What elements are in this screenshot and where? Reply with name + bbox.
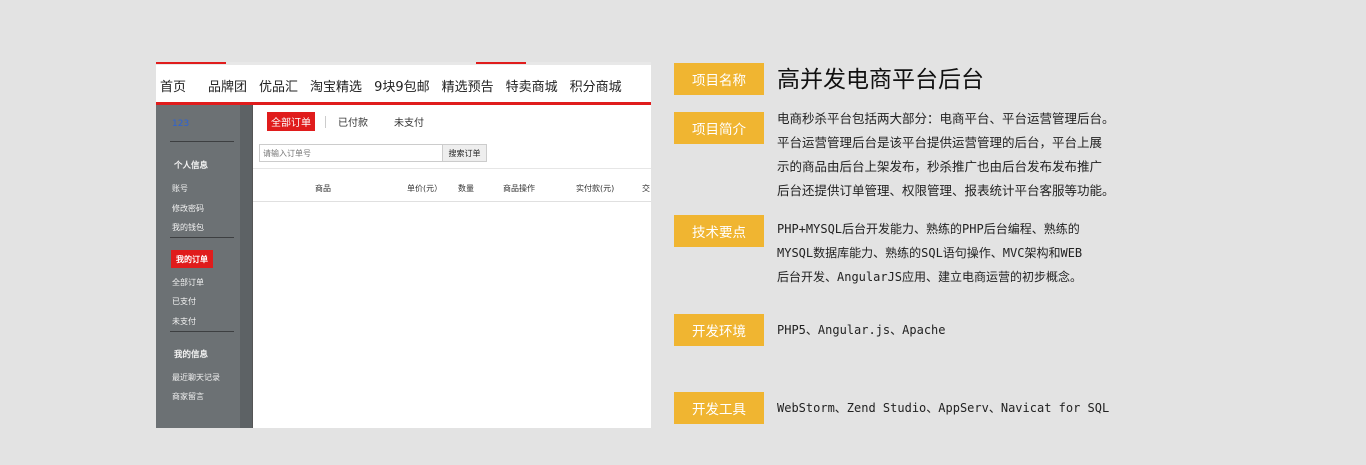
intro-line: 电商秒杀平台包括两大部分：电商平台、平台运营管理后台。	[777, 111, 1115, 126]
sidebar-item-unpaid[interactable]: 未支付	[172, 316, 196, 327]
sidebar-user[interactable]: 123	[172, 119, 189, 129]
tech-line: MYSQL数据库能力、熟练的SQL语句操作、MVC架构和WEB	[777, 246, 1083, 260]
order-tabs: 全部订单 已付款 未支付	[267, 112, 446, 131]
tech-line: 后台开发、AngularJS应用、建立电商运营的初步概念。	[777, 270, 1083, 284]
intro-line: 后台还提供订单管理、权限管理、报表统计平台客服等功能。	[777, 183, 1115, 198]
sidebar-divider	[170, 331, 234, 332]
sidebar-edge	[240, 105, 252, 428]
order-search: 搜索订单	[259, 144, 487, 162]
dev-env: PHP5、Angular.js、Apache	[777, 323, 946, 337]
tab-unpaid[interactable]: 未支付	[390, 112, 428, 131]
sidebar-item-change-password[interactable]: 修改密码	[172, 203, 204, 214]
sidebar-divider	[170, 141, 234, 142]
divider	[253, 168, 651, 169]
sidebar: 123 个人信息 账号 修改密码 我的钱包 我的订单 全部订单 已支付 未支付 …	[156, 105, 253, 428]
col-paid-amount: 实付款(元)	[576, 184, 615, 193]
nav-brand-group[interactable]: 品牌团	[208, 76, 247, 95]
orders-table-header: 商品 单价(元） 数量 商品操作 实付款(元) 交	[253, 181, 651, 201]
sidebar-item-chat-history[interactable]: 最近聊天记录	[172, 372, 220, 383]
search-order-button[interactable]: 搜索订单	[443, 144, 487, 162]
col-product-actions: 商品操作	[503, 184, 535, 193]
nav-youpin[interactable]: 优品汇	[259, 76, 298, 95]
sidebar-item-paid[interactable]: 已支付	[172, 296, 196, 307]
dev-tools: WebStorm、Zend Studio、AppServ、Navicat for…	[777, 401, 1110, 415]
sidebar-item-merchant-message[interactable]: 商家留言	[172, 391, 204, 402]
project-name-tag: 项目名称	[674, 63, 764, 95]
sidebar-item-wallet[interactable]: 我的钱包	[172, 222, 204, 233]
orders-content: 全部订单 已付款 未支付 搜索订单 商品 单价(元） 数量 商品操作 实付款(元…	[253, 105, 651, 428]
sidebar-item-all-orders[interactable]: 全部订单	[172, 277, 204, 288]
sidebar-item-my-orders[interactable]: 我的订单	[171, 250, 213, 268]
tab-all-orders[interactable]: 全部订单	[267, 112, 315, 131]
nav-home[interactable]: 首页	[160, 76, 186, 95]
top-nav: 首页 品牌团 优品汇 淘宝精选 9块9包邮 精选预告 特卖商城 积分商城	[156, 66, 651, 104]
col-product: 商品	[315, 184, 331, 193]
tech-line: PHP+MYSQL后台开发能力、熟练的PHP后台编程、熟练的	[777, 222, 1080, 236]
sidebar-divider	[170, 237, 234, 238]
intro-line: 示的商品由后台上架发布，秒杀推广也由后台发布发布推广	[777, 159, 1103, 174]
col-unit-price: 单价(元）	[407, 184, 443, 193]
tech-points-tag: 技术要点	[674, 215, 764, 247]
nav-points-mall[interactable]: 积分商城	[570, 76, 622, 95]
tab-paid[interactable]: 已付款	[334, 112, 372, 131]
intro-line: 平台运营管理后台是该平台提供运营管理的后台，平台上展	[777, 135, 1103, 150]
tech-points: PHP+MYSQL后台开发能力、熟练的PHP后台编程、熟练的 MYSQL数据库能…	[777, 217, 1157, 289]
divider	[253, 201, 651, 202]
nav-special-mall[interactable]: 特卖商城	[506, 76, 558, 95]
dev-tools-tag: 开发工具	[674, 392, 764, 424]
sidebar-item-account[interactable]: 账号	[172, 183, 188, 194]
nav-preview[interactable]: 精选预告	[442, 76, 494, 95]
nav-taobao-select[interactable]: 淘宝精选	[310, 76, 362, 95]
sidebar-section-personal: 个人信息	[174, 161, 209, 171]
project-screenshot: 首页 品牌团 优品汇 淘宝精选 9块9包邮 精选预告 特卖商城 积分商城 123…	[156, 62, 651, 428]
dev-env-tag: 开发环境	[674, 314, 764, 346]
top-strip	[156, 62, 651, 65]
sidebar-section-info: 我的信息	[174, 350, 209, 360]
project-intro-tag: 项目简介	[674, 112, 764, 144]
project-title: 高并发电商平台后台	[777, 67, 984, 93]
col-quantity: 数量	[458, 184, 474, 193]
nav-99-free-ship[interactable]: 9块9包邮	[374, 76, 430, 95]
order-search-input[interactable]	[259, 144, 443, 162]
project-intro: 电商秒杀平台包括两大部分：电商平台、平台运营管理后台。 平台运营管理后台是该平台…	[777, 107, 1157, 203]
col-trade: 交	[642, 184, 650, 193]
